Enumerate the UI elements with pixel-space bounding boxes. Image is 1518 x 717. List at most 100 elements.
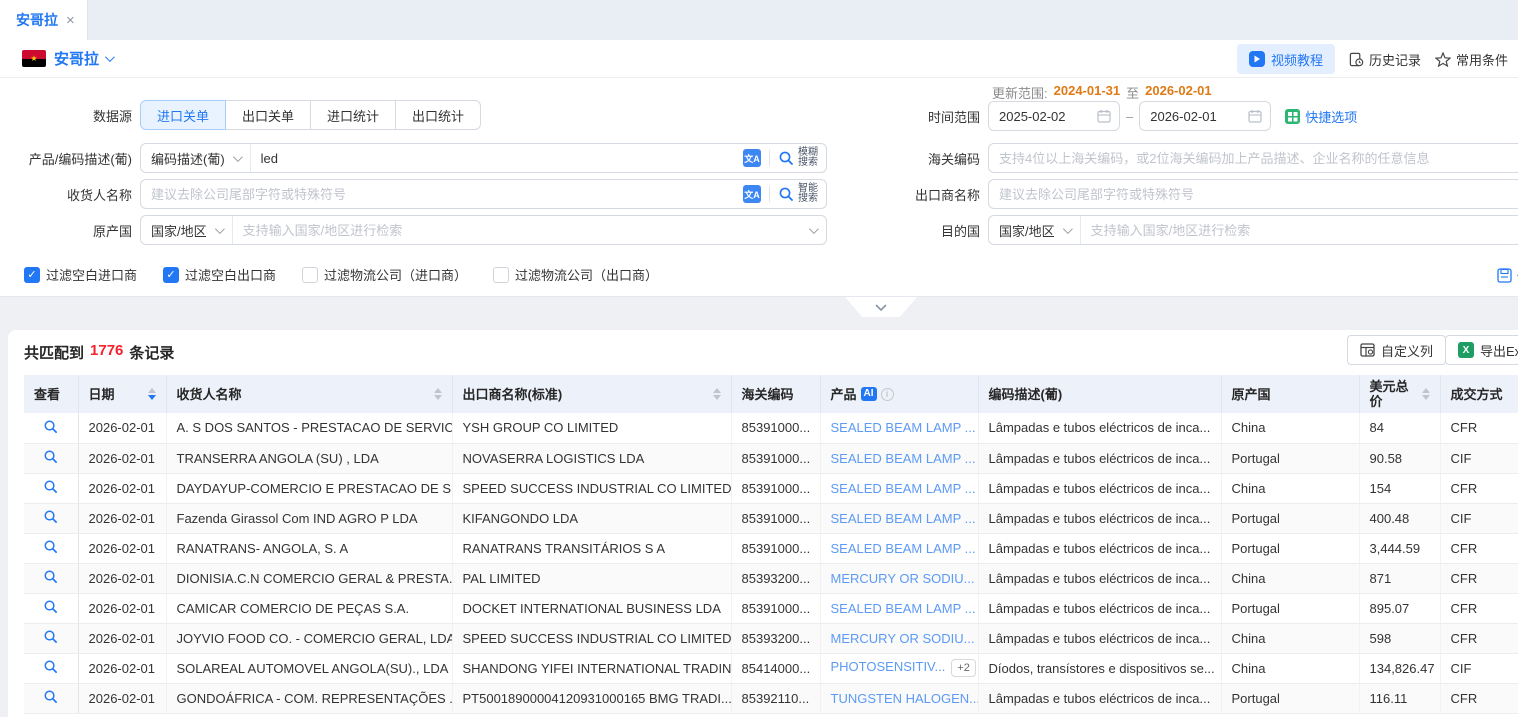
hs-code-input[interactable] <box>989 144 1518 172</box>
cell-product: SEALED BEAM LAMP ... <box>820 593 978 623</box>
cell-exporter[interactable]: PAL LIMITED <box>452 563 731 593</box>
product-link[interactable]: SEALED BEAM LAMP ... <box>831 451 976 466</box>
cell-consignee[interactable]: Fazenda Girassol Com IND AGRO P LDA <box>166 503 452 533</box>
cell-exporter[interactable]: DOCKET INTERNATIONAL BUSINESS LDA <box>452 593 731 623</box>
favorites-button[interactable]: 常用条件 <box>1435 50 1508 69</box>
collapse-filter-button[interactable] <box>845 297 917 317</box>
cell-desc: Lâmpadas e tubos eléctricos de inca... <box>978 533 1221 563</box>
smart-search-button[interactable]: 智能 搜索 <box>778 184 826 204</box>
destination-type-select[interactable]: 国家/地区 <box>989 216 1081 244</box>
filter-checkbox-1[interactable]: ✓过滤空白出口商 <box>163 265 276 284</box>
product-link[interactable]: SEALED BEAM LAMP ... <box>831 481 976 496</box>
view-detail-button[interactable] <box>43 629 58 644</box>
column-label: 成交方式 <box>1451 387 1503 402</box>
product-link[interactable]: MERCURY OR SODIU... <box>831 631 975 646</box>
product-link[interactable]: SEALED BEAM LAMP ... <box>831 420 976 435</box>
more-products-badge[interactable]: +2 <box>951 659 976 677</box>
video-tutorial-label: 视频教程 <box>1271 50 1323 69</box>
product-link[interactable]: SEALED BEAM LAMP ... <box>831 541 976 556</box>
cell-usd: 90.58 <box>1359 443 1440 473</box>
datasource-option-2[interactable]: 进口统计 <box>310 100 396 130</box>
cell-consignee[interactable]: TRANSERRA ANGOLA (SU) , LDA <box>166 443 452 473</box>
origin-input[interactable] <box>233 216 809 244</box>
info-icon[interactable]: i <box>881 388 894 401</box>
origin-type-select[interactable]: 国家/地区 <box>141 216 233 244</box>
datasource-option-3[interactable]: 出口统计 <box>395 100 481 130</box>
cell-exporter[interactable]: YSH GROUP CO LIMITED <box>452 413 731 443</box>
tab-angola[interactable]: 安哥拉 × <box>0 0 88 40</box>
sort-carets[interactable] <box>1422 388 1430 400</box>
customize-columns-button[interactable]: 自定义列 <box>1347 335 1446 365</box>
video-tutorial-button[interactable]: 视频教程 <box>1237 44 1335 74</box>
table-header-row: 查看日期收货人名称出口商名称(标准)海关编码产品AIi编码描述(葡)原产国美元总… <box>24 375 1518 413</box>
view-detail-button[interactable] <box>43 599 58 614</box>
cell-consignee[interactable]: SOLAREAL AUTOMOVEL ANGOLA(SU)., LDA <box>166 653 452 683</box>
product-link[interactable]: TUNGSTEN HALOGEN... <box>831 691 979 706</box>
cell-view <box>24 443 78 473</box>
filter-checkbox-2[interactable]: 过滤物流公司（进口商） <box>302 265 467 284</box>
cell-exporter[interactable]: KIFANGONDO LDA <box>452 503 731 533</box>
cell-exporter[interactable]: SPEED SUCCESS INDUSTRIAL CO LIMITED <box>452 473 731 503</box>
view-detail-button[interactable] <box>43 479 58 494</box>
checkbox-unchecked-icon[interactable] <box>493 267 509 283</box>
cell-consignee[interactable]: GONDOÁFRICA - COM. REPRESENTAÇÕES ... <box>166 683 452 713</box>
sort-carets[interactable] <box>434 388 442 400</box>
date-end-input[interactable] <box>1139 101 1271 131</box>
datasource-option-0[interactable]: 进口关单 <box>140 100 226 130</box>
view-detail-button[interactable] <box>43 419 58 434</box>
view-detail-button[interactable] <box>43 509 58 524</box>
view-detail-button[interactable] <box>43 659 58 674</box>
translate-icon[interactable]: 文A <box>743 149 761 167</box>
checkbox-checked-icon[interactable]: ✓ <box>24 267 40 283</box>
cell-consignee[interactable]: CAMICAR COMERCIO DE PEÇAS S.A. <box>166 593 452 623</box>
filter-checkbox-3[interactable]: 过滤物流公司（出口商） <box>493 265 658 284</box>
date-end-field[interactable] <box>1140 102 1248 130</box>
column-header-8[interactable]: 美元总价 <box>1359 375 1440 413</box>
tab-close-icon[interactable]: × <box>66 13 75 28</box>
product-link[interactable]: SEALED BEAM LAMP ... <box>831 601 976 616</box>
destination-group: 国家/地区 <box>988 215 1518 245</box>
destination-input[interactable] <box>1081 216 1518 244</box>
export-excel-button[interactable]: X 导出Excel <box>1445 335 1518 365</box>
cell-exporter[interactable]: RANATRANS TRANSITÁRIOS S A <box>452 533 731 563</box>
cell-exporter[interactable]: PT50018900004120931000165 BMG TRADI... <box>452 683 731 713</box>
cell-exporter[interactable]: NOVASERRA LOGISTICS LDA <box>452 443 731 473</box>
cell-consignee[interactable]: RANATRANS- ANGOLA, S. A <box>166 533 452 563</box>
column-header-1[interactable]: 日期 <box>78 375 166 413</box>
date-start-field[interactable] <box>989 102 1097 130</box>
fuzzy-search-button[interactable]: 模糊 搜索 <box>778 148 826 168</box>
date-start-input[interactable] <box>988 101 1120 131</box>
cell-consignee[interactable]: A. S DOS SANTOS - PRESTACAO DE SERVIC... <box>166 413 452 443</box>
product-link[interactable]: SEALED BEAM LAMP ... <box>831 511 976 526</box>
column-header-2[interactable]: 收货人名称 <box>166 375 452 413</box>
translate-icon[interactable]: 文A <box>743 185 761 203</box>
product-link[interactable]: PHOTOSENSITIV... <box>831 659 946 674</box>
cell-consignee[interactable]: DIONISIA.C.N COMERCIO GERAL & PRESTA... <box>166 563 452 593</box>
sort-carets[interactable] <box>713 388 721 400</box>
product-desc-input[interactable] <box>251 144 743 172</box>
cell-consignee[interactable]: JOYVIO FOOD CO. - COMERCIO GERAL, LDA <box>166 623 452 653</box>
save-conditions-button[interactable]: 保存条件 <box>1497 266 1518 285</box>
quick-options-button[interactable]: 快捷选项 <box>1285 107 1357 126</box>
country-selector[interactable]: 安哥拉 <box>54 48 112 69</box>
view-detail-button[interactable] <box>43 569 58 584</box>
cell-exporter[interactable]: SPEED SUCCESS INDUSTRIAL CO LIMITED <box>452 623 731 653</box>
view-detail-button[interactable] <box>43 689 58 704</box>
cell-exporter[interactable]: SHANDONG YIFEI INTERNATIONAL TRADIN... <box>452 653 731 683</box>
cell-date: 2026-02-01 <box>78 653 166 683</box>
cell-consignee[interactable]: DAYDAYUP-COMERCIO E PRESTACAO DE S... <box>166 473 452 503</box>
column-header-3[interactable]: 出口商名称(标准) <box>452 375 731 413</box>
datasource-option-1[interactable]: 出口关单 <box>225 100 311 130</box>
consignee-input[interactable] <box>141 180 743 208</box>
filter-checkbox-0[interactable]: ✓过滤空白进口商 <box>24 265 137 284</box>
exporter-input[interactable] <box>989 180 1518 208</box>
product-field-select[interactable]: 编码描述(葡) <box>141 144 251 172</box>
view-detail-button[interactable] <box>43 449 58 464</box>
history-button[interactable]: 历史记录 <box>1349 50 1421 69</box>
view-detail-button[interactable] <box>43 539 58 554</box>
magnifier-icon <box>778 186 794 202</box>
checkbox-unchecked-icon[interactable] <box>302 267 318 283</box>
checkbox-checked-icon[interactable]: ✓ <box>163 267 179 283</box>
sort-carets[interactable] <box>148 388 156 400</box>
product-link[interactable]: MERCURY OR SODIU... <box>831 571 975 586</box>
